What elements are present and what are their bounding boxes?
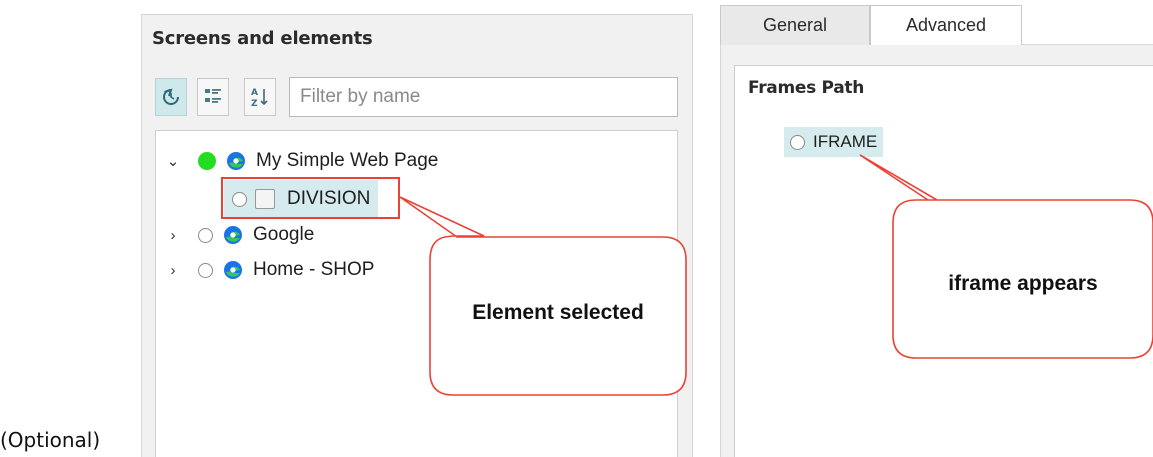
callout-right-text: iframe appears xyxy=(948,272,1098,295)
callout-left-text: Element selected xyxy=(472,301,644,324)
refresh-icon xyxy=(163,88,179,105)
filter-input[interactable] xyxy=(289,77,678,117)
radio-icon[interactable] xyxy=(198,227,213,243)
group-by-button[interactable] xyxy=(197,78,229,116)
tree-item-label: Google xyxy=(253,224,315,245)
sort-az-button[interactable]: A Z xyxy=(244,78,276,116)
tree-item-home-shop[interactable]: › Home - SHOP xyxy=(166,252,375,288)
chevron-down-icon[interactable]: ⌄ xyxy=(166,152,180,170)
svg-text:A: A xyxy=(251,88,258,98)
tab-general[interactable]: General xyxy=(720,5,870,45)
tree-item-label: My Simple Web Page xyxy=(256,150,439,171)
frames-path-section xyxy=(734,65,1153,457)
radio-icon[interactable] xyxy=(790,134,805,150)
chevron-right-icon[interactable]: › xyxy=(166,262,180,279)
edge-browser-icon xyxy=(224,261,242,279)
panel-title: Screens and elements xyxy=(152,28,373,49)
frames-path-title: Frames Path xyxy=(748,78,865,98)
tree-item-label: Home - SHOP xyxy=(253,259,375,280)
group-by-icon xyxy=(205,89,221,103)
sort-az-icon: A Z xyxy=(251,88,268,108)
tree-item-my-simple-web-page[interactable]: ⌄ My Simple Web Page xyxy=(166,143,439,179)
selection-highlight-box xyxy=(221,177,400,219)
frame-item-label: IFRAME xyxy=(813,132,878,151)
tree-item-google[interactable]: › Google xyxy=(166,217,315,253)
radio-icon[interactable] xyxy=(198,262,213,278)
refresh-button[interactable] xyxy=(155,78,187,116)
tab-advanced[interactable]: Advanced xyxy=(870,5,1022,45)
chevron-right-icon[interactable]: › xyxy=(166,227,180,244)
edge-browser-icon xyxy=(227,152,245,170)
frame-item-iframe[interactable]: IFRAME xyxy=(784,127,884,157)
svg-text:Z: Z xyxy=(251,99,258,108)
edge-browser-icon xyxy=(224,226,242,244)
active-status-dot xyxy=(198,152,216,170)
optional-label: (Optional) xyxy=(0,428,101,452)
